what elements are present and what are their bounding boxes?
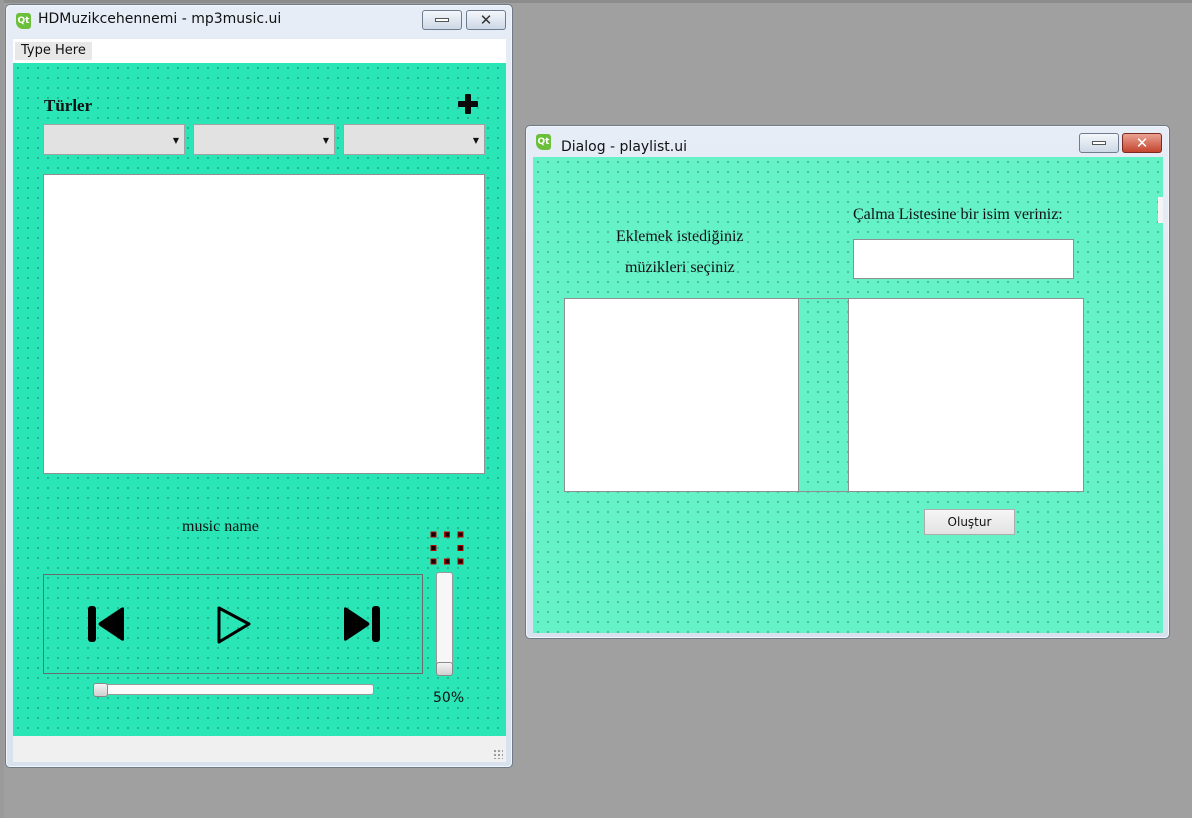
play-icon[interactable] — [215, 605, 253, 645]
playlist-name-input[interactable] — [853, 239, 1074, 279]
main-form-surface: Türler ▼ ▼ ▼ music name 50% — [13, 63, 506, 736]
music-list[interactable] — [43, 174, 485, 474]
genre-combo-2[interactable]: ▼ — [193, 124, 335, 155]
dropdown-arrow-icon: ▼ — [172, 136, 179, 145]
qt-app-icon: Qt — [16, 13, 31, 29]
controls-frame — [43, 574, 423, 674]
minimize-icon — [1092, 141, 1106, 145]
volume-slider-handle[interactable] — [436, 662, 453, 676]
volume-slider[interactable] — [436, 572, 453, 676]
dialog-window-title: Dialog - playlist.ui — [561, 139, 687, 155]
plus-icon[interactable] — [458, 94, 478, 114]
minimize-button[interactable] — [422, 10, 462, 30]
genres-label: Türler — [44, 96, 93, 115]
minimize-icon — [435, 18, 449, 22]
genre-combo-1[interactable]: ▼ — [43, 124, 185, 155]
close-icon: ✕ — [1135, 133, 1149, 152]
menu-type-here[interactable]: Type Here — [15, 42, 92, 60]
dialog-window: Qt Dialog - playlist.ui ✕ Eklemek istedi… — [525, 125, 1170, 639]
selected-music-list[interactable] — [848, 298, 1084, 492]
selection-handles — [430, 531, 464, 565]
progress-slider-handle[interactable] — [93, 683, 108, 697]
dialog-close-button[interactable]: ✕ — [1122, 133, 1162, 153]
music-name-label: music name — [182, 518, 259, 535]
main-window-title: HDMuzikcehennemi - mp3music.ui — [38, 11, 282, 27]
volume-percent-label: 50% — [433, 690, 465, 706]
desktop-left-edge — [0, 0, 4, 818]
next-icon[interactable] — [344, 605, 380, 643]
dialog-form-surface: Eklemek istediğiniz müzikleri seçiniz Ça… — [533, 157, 1163, 633]
dropdown-arrow-icon: ▼ — [472, 136, 479, 145]
close-button[interactable]: ✕ — [466, 10, 506, 30]
dialog-minimize-button[interactable] — [1079, 133, 1119, 153]
status-bar — [13, 736, 506, 762]
menu-bar: Type Here — [13, 39, 506, 63]
previous-icon[interactable] — [88, 605, 124, 643]
dropdown-arrow-icon: ▼ — [322, 136, 329, 145]
select-music-label-line2: müzikleri seçiniz — [625, 259, 735, 276]
qt-app-icon: Qt — [536, 134, 551, 150]
desktop-top-edge — [0, 0, 1192, 3]
main-window: Qt HDMuzikcehennemi - mp3music.ui ✕ Type… — [5, 4, 513, 768]
close-icon: ✕ — [479, 10, 493, 29]
list-separator — [798, 298, 848, 492]
resize-grip-icon[interactable] — [493, 749, 503, 759]
create-playlist-button[interactable]: Oluştur — [924, 509, 1015, 535]
scroll-indicator — [1158, 197, 1163, 223]
progress-slider[interactable] — [93, 683, 374, 697]
playlist-name-label: Çalma Listesine bir isim veriniz: — [853, 206, 1063, 223]
available-music-list[interactable] — [564, 298, 799, 492]
select-music-label-line1: Eklemek istediğiniz — [616, 228, 744, 245]
genre-combo-3[interactable]: ▼ — [343, 124, 485, 155]
